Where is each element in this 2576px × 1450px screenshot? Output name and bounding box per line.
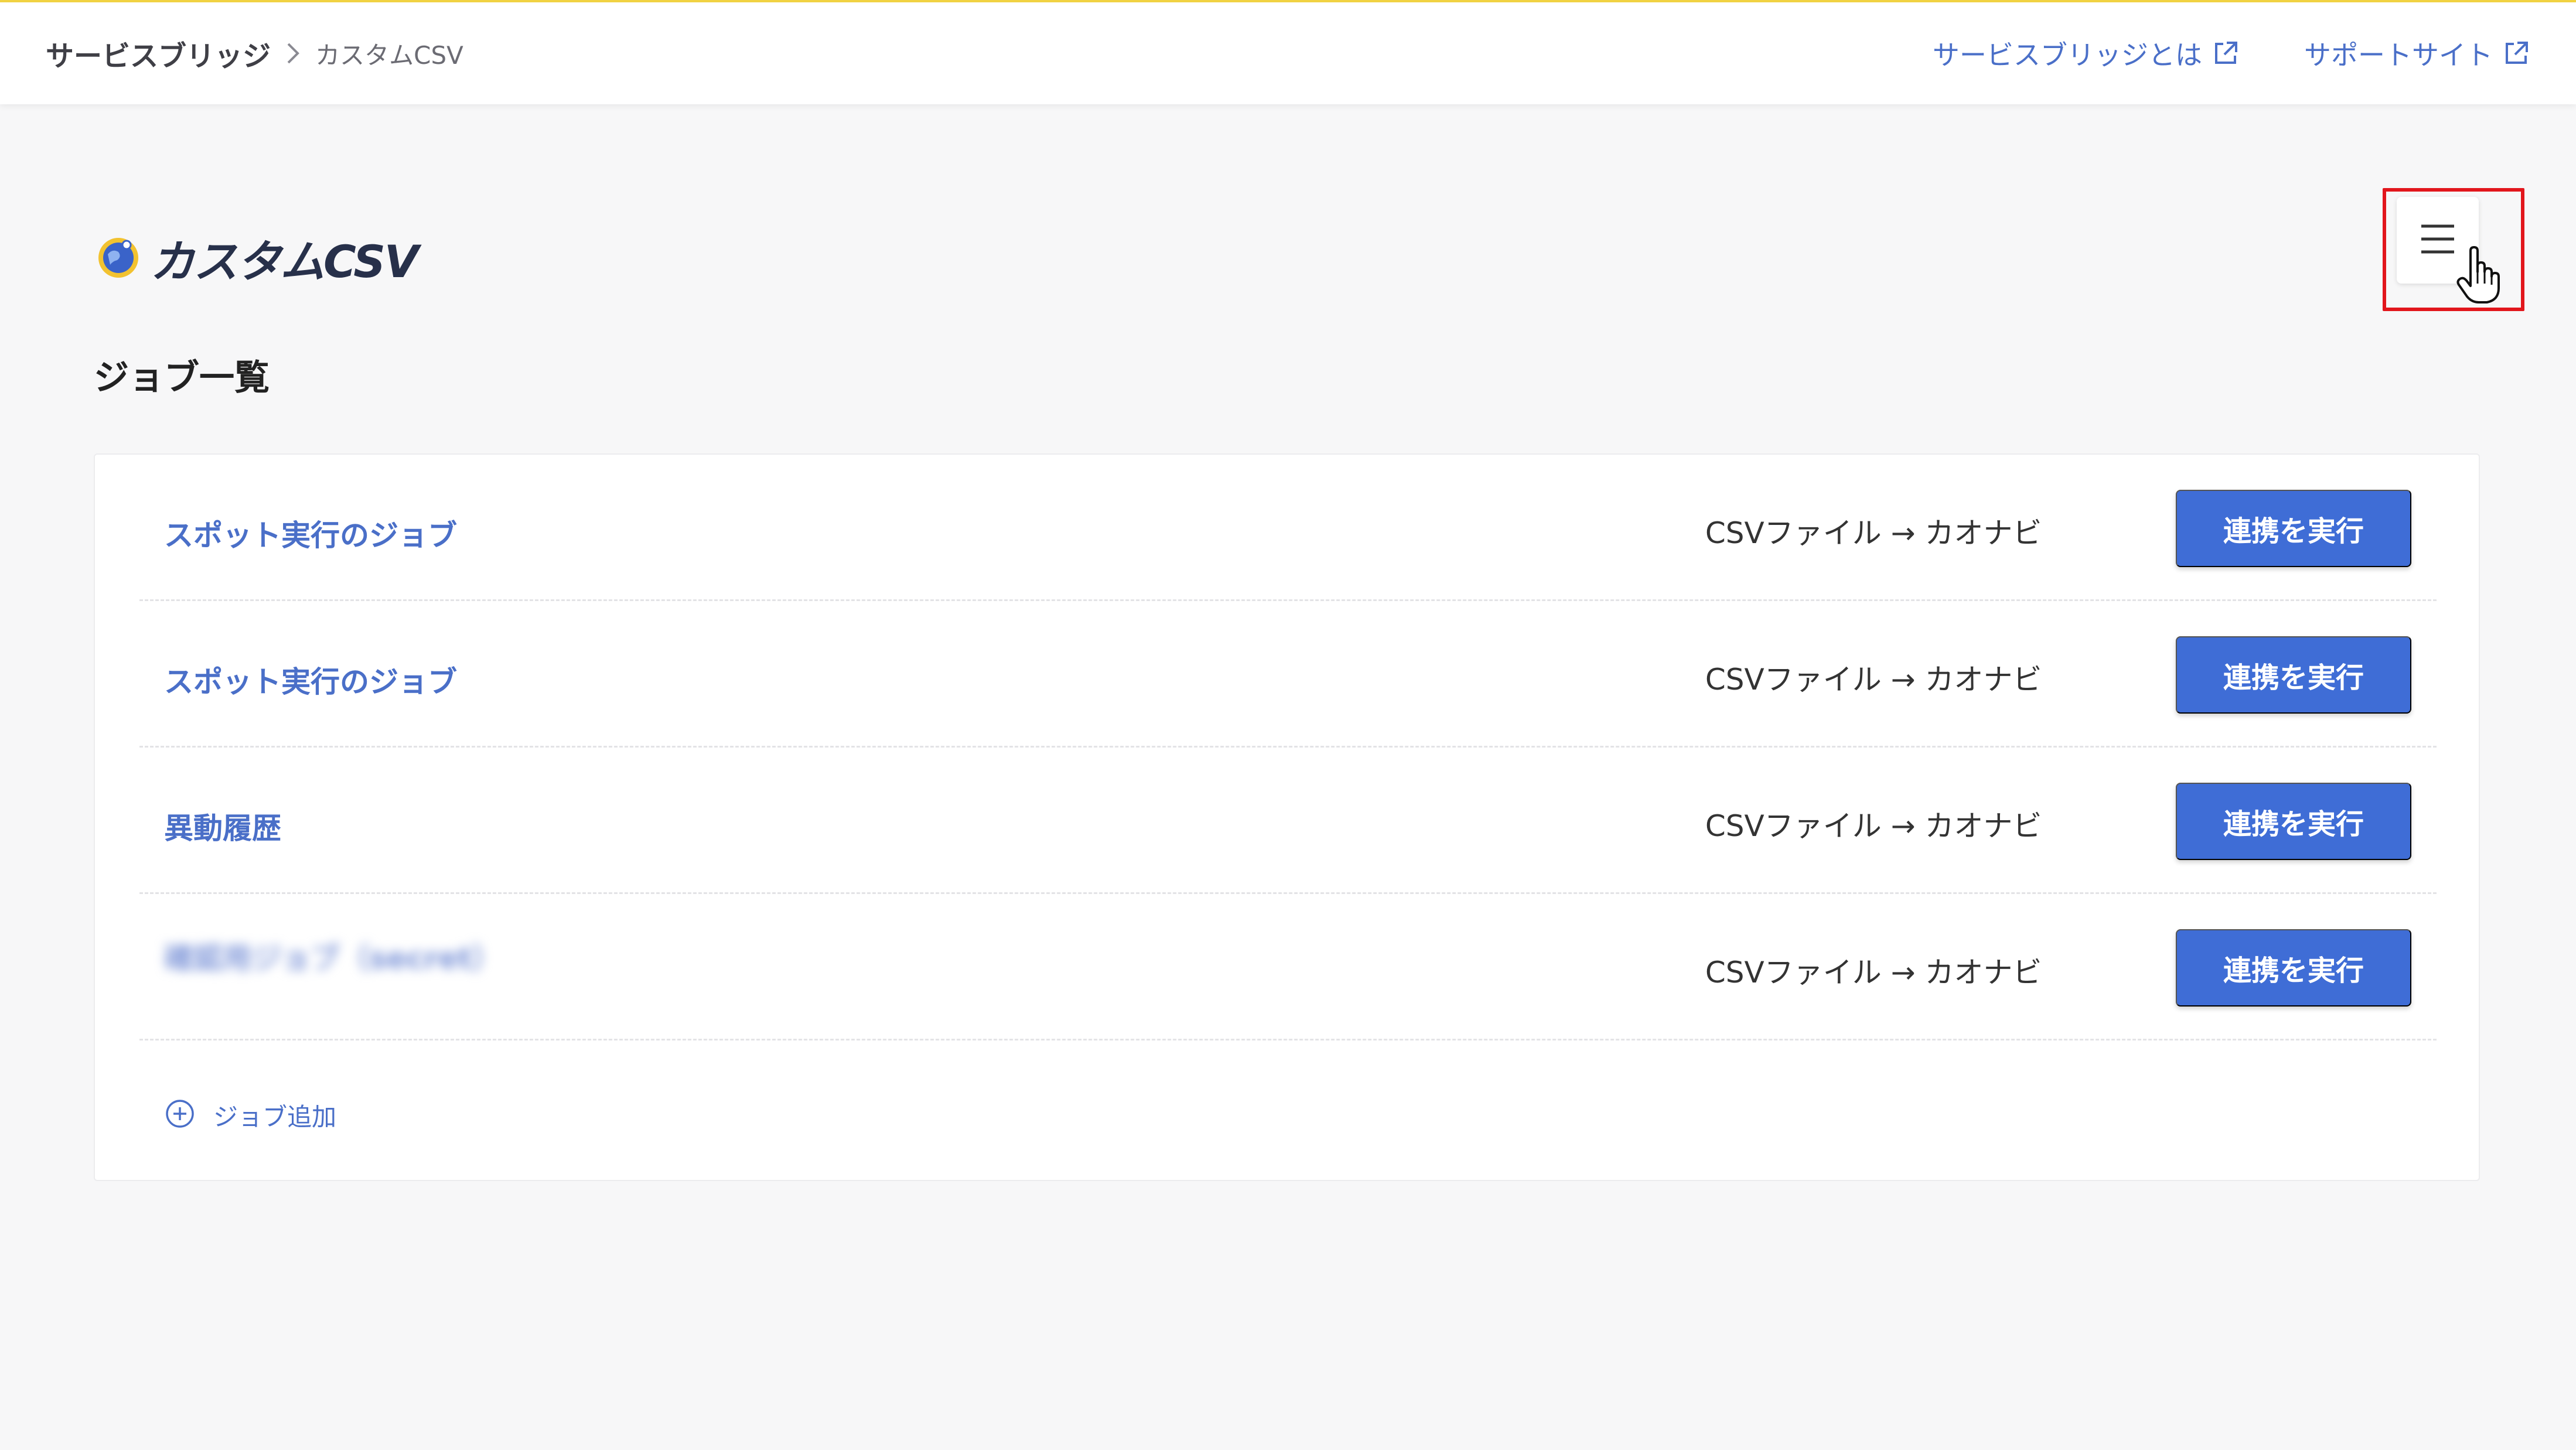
- job-flow-text: CSVファイル → カオナビ: [1705, 663, 2042, 697]
- about-service-bridge-link[interactable]: サービスブリッジとは: [1933, 34, 2240, 73]
- breadcrumb: サービスブリッジ カスタムCSV: [46, 33, 464, 74]
- support-site-label: サポートサイト: [2304, 39, 2493, 71]
- job-name-link[interactable]: 確認用ジョブ（secret）: [164, 935, 502, 977]
- job-name-link[interactable]: 異動履歴: [164, 805, 281, 847]
- job-flow-text: CSVファイル → カオナビ: [1705, 809, 2042, 843]
- job-row: 確認用ジョブ（secret） CSVファイル → カオナビ 連携を実行: [139, 894, 2437, 1040]
- job-row: スポット実行のジョブ CSVファイル → カオナビ 連携を実行: [139, 601, 2437, 748]
- run-sync-button[interactable]: 連携を実行: [2176, 929, 2411, 1007]
- add-job-button[interactable]: ジョブ追加: [164, 1094, 336, 1135]
- app-logo-text: カスタムCSV: [150, 236, 419, 288]
- job-name-link[interactable]: スポット実行のジョブ: [164, 512, 457, 554]
- breadcrumb-current: カスタムCSV: [315, 40, 464, 70]
- external-link-icon: [2212, 39, 2240, 67]
- job-row: スポット実行のジョブ CSVファイル → カオナビ 連携を実行: [139, 455, 2437, 601]
- run-sync-button[interactable]: 連携を実行: [2176, 490, 2411, 567]
- about-service-bridge-label: サービスブリッジとは: [1933, 39, 2202, 71]
- run-sync-button[interactable]: 連携を実行: [2176, 636, 2411, 714]
- add-job-label: ジョブ追加: [213, 1102, 337, 1131]
- job-row: 異動履歴 CSVファイル → カオナビ 連携を実行: [139, 748, 2437, 894]
- chevron-right-icon: [275, 35, 311, 72]
- job-flow-text: CSVファイル → カオナビ: [1705, 956, 2042, 990]
- run-sync-button[interactable]: 連携を実行: [2176, 783, 2411, 860]
- app-logo: カスタムCSV: [93, 228, 419, 288]
- breadcrumb-root-link[interactable]: サービスブリッジ: [46, 33, 271, 74]
- menu-button-highlight: [2383, 188, 2524, 311]
- top-bar: サービスブリッジ カスタムCSV サービスブリッジとは サポートサイト: [0, 0, 2576, 104]
- job-name-link[interactable]: スポット実行のジョブ: [164, 659, 457, 701]
- support-site-link[interactable]: サポートサイト: [2304, 34, 2530, 73]
- hand-pointer-cursor-icon: [2455, 246, 2502, 305]
- external-link-icon: [2502, 39, 2530, 67]
- job-flow-text: CSVファイル → カオナビ: [1705, 516, 2042, 550]
- header-links: サービスブリッジとは サポートサイト: [1933, 35, 2530, 72]
- globe-logo-icon: [93, 231, 144, 285]
- page-title: ジョブ一覧: [94, 357, 270, 398]
- plus-circle-icon: [164, 1098, 196, 1132]
- job-list-card: スポット実行のジョブ CSVファイル → カオナビ 連携を実行 スポット実行のジ…: [94, 453, 2480, 1181]
